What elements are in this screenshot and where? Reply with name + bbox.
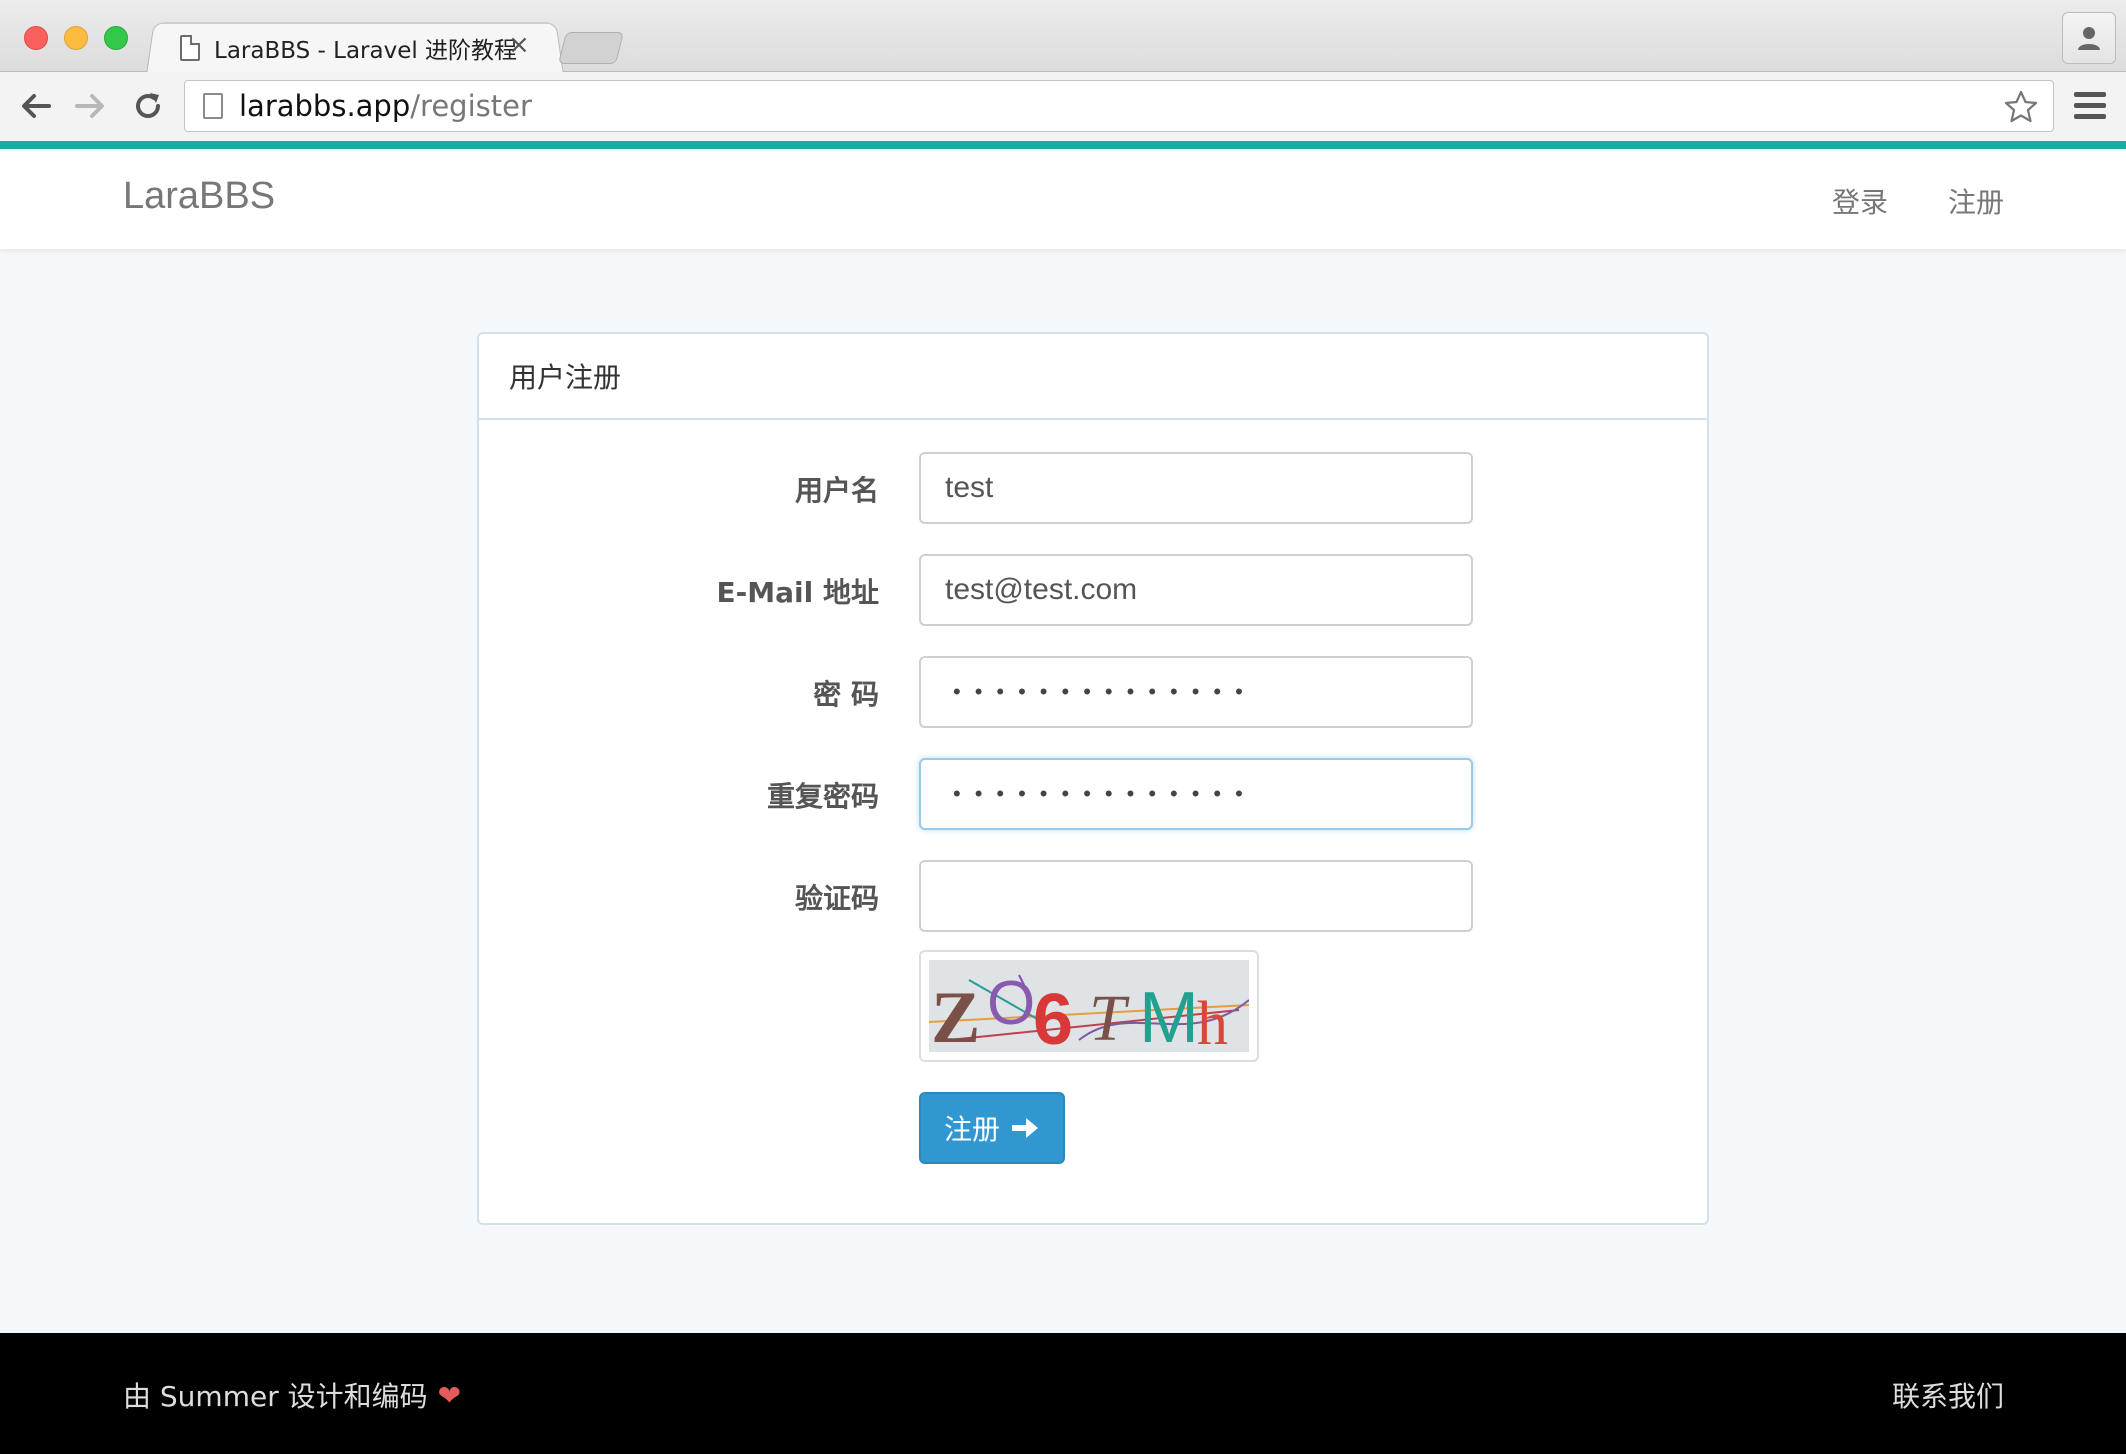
site-brand[interactable]: LaraBBS: [123, 175, 275, 218]
browser-tab-content[interactable]: LaraBBS - Laravel 进阶教程: [180, 26, 517, 70]
captcha-input[interactable]: [919, 860, 1473, 932]
arrow-right-icon: [75, 94, 104, 118]
arrow-left-icon: [22, 94, 51, 118]
password-label: 密 码: [813, 678, 879, 711]
site-navbar: LaraBBS 登录 注册: [0, 149, 2126, 249]
forward-button[interactable]: [70, 86, 110, 126]
username-label: 用户名: [794, 474, 879, 507]
submit-label: 注册: [943, 1113, 1000, 1146]
url-path: /register: [410, 89, 532, 123]
register-link[interactable]: 注册: [1948, 181, 2004, 221]
user-icon: [2078, 27, 2100, 50]
login-link[interactable]: 登录: [1832, 181, 1888, 221]
close-window-button[interactable]: [24, 26, 48, 50]
captcha-char: 6: [1033, 980, 1073, 1052]
tab-close-icon[interactable]: ×: [508, 30, 530, 60]
maximize-window-button[interactable]: [104, 26, 128, 50]
tab-title: LaraBBS - Laravel 进阶教程: [214, 38, 518, 64]
password-confirm-label: 重复密码: [766, 780, 879, 813]
captcha-char: h: [1197, 990, 1228, 1052]
captcha-char: T: [1089, 982, 1130, 1052]
minimize-window-button[interactable]: [64, 26, 88, 50]
password-confirm-value: ••••••••••••••: [953, 781, 1257, 806]
footer-credit: 由 Summer 设计和编码 ❤: [123, 1375, 461, 1415]
captcha-char: M: [1139, 978, 1199, 1052]
heart-icon: ❤: [437, 1378, 462, 1412]
top-accent-bar: [0, 141, 2126, 149]
address-bar[interactable]: larabbs.app/register: [184, 80, 2054, 132]
profile-button[interactable]: [2062, 12, 2116, 64]
arrow-right-icon: [1012, 1118, 1038, 1138]
browser-titlebar: LaraBBS - Laravel 进阶教程 ×: [0, 0, 2126, 74]
username-input[interactable]: test: [919, 452, 1473, 524]
password-confirm-input[interactable]: ••••••••••••••: [919, 758, 1473, 830]
username-value: test: [945, 471, 994, 504]
email-label: E-Mail 地址: [716, 576, 879, 609]
contact-link[interactable]: 联系我们: [1892, 1375, 2004, 1415]
browser-menu-icon[interactable]: [2074, 92, 2106, 122]
site-footer: 由 Summer 设计和编码 ❤ 联系我们: [0, 1333, 2126, 1454]
email-input[interactable]: test@test.com: [919, 554, 1473, 626]
captcha-canvas: Z O 6 T M h: [929, 960, 1249, 1052]
password-value: ••••••••••••••: [953, 679, 1257, 704]
url-host: larabbs.app: [239, 89, 411, 123]
captcha-label: 验证码: [794, 882, 879, 915]
panel-heading: 用户注册: [479, 334, 1707, 420]
reload-icon: [136, 93, 160, 118]
captcha-char: O: [987, 969, 1035, 1038]
password-input[interactable]: ••••••••••••••: [919, 656, 1473, 728]
footer-credit-text: 由 Summer 设计和编码: [123, 1380, 428, 1413]
back-button[interactable]: [16, 86, 56, 126]
page-icon: [203, 93, 223, 119]
captcha-image[interactable]: Z O 6 T M h: [919, 950, 1259, 1062]
reload-button[interactable]: [128, 86, 168, 126]
register-panel: 用户注册 用户名 test E-Mail 地址 test@test.com 密 …: [477, 332, 1709, 1225]
captcha-graphic: Z O 6 T M h: [929, 969, 1249, 1052]
page-icon: [180, 35, 200, 61]
email-value: test@test.com: [945, 573, 1138, 606]
captcha-char: Z: [931, 977, 980, 1052]
browser-toolbar: larabbs.app/register: [0, 72, 2126, 142]
bookmark-star-icon[interactable]: [2003, 89, 2039, 125]
register-submit-button[interactable]: 注册: [919, 1092, 1065, 1164]
new-tab-button[interactable]: [558, 32, 624, 64]
